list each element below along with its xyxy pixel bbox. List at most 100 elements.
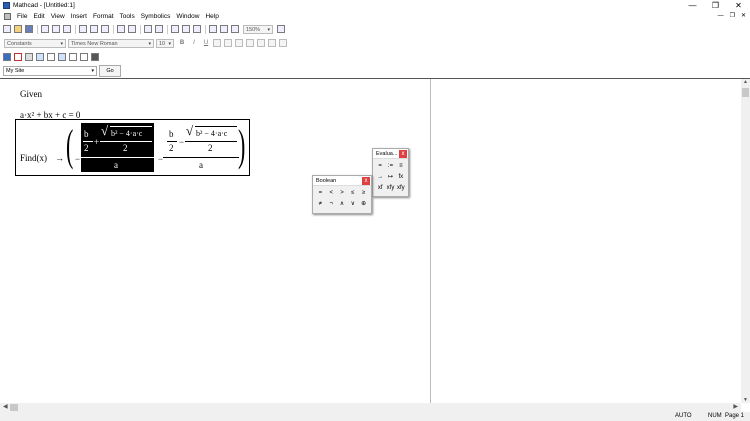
eval-define-button[interactable]: := bbox=[385, 161, 395, 172]
separator bbox=[37, 24, 38, 34]
matrix-palette-icon[interactable] bbox=[25, 53, 33, 61]
boolean-buttons: = < > ≤ ≥ ≠ ¬ ∧ ∨ ⊕ bbox=[313, 186, 371, 212]
align-center-icon[interactable] bbox=[224, 39, 232, 47]
insert-matrix-icon[interactable] bbox=[220, 25, 228, 33]
font-size-select[interactable]: 10 bbox=[156, 38, 174, 48]
open-icon[interactable] bbox=[14, 25, 22, 33]
menu-window[interactable]: Window bbox=[176, 13, 199, 20]
window-title: Mathcad - [Untitled:1] bbox=[13, 2, 75, 9]
bool-less-button[interactable]: < bbox=[326, 188, 337, 199]
new-icon[interactable] bbox=[3, 25, 11, 33]
subscript-icon[interactable] bbox=[268, 39, 276, 47]
superscript-icon[interactable] bbox=[279, 39, 287, 47]
undo-icon[interactable] bbox=[117, 25, 125, 33]
scroll-up-icon[interactable]: ▲ bbox=[741, 79, 750, 85]
find-function[interactable]: Find(x) bbox=[20, 153, 47, 163]
doc-restore-button[interactable]: ❐ bbox=[730, 11, 735, 22]
bool-not-equal-button[interactable]: ≠ bbox=[315, 199, 326, 210]
given-keyword[interactable]: Given bbox=[20, 89, 42, 99]
font-select[interactable]: Times New Roman bbox=[68, 38, 154, 48]
address-select[interactable]: My Site bbox=[3, 66, 97, 76]
doc-minimize-button[interactable]: — bbox=[718, 11, 724, 22]
close-palette-button[interactable]: x bbox=[362, 177, 370, 185]
copy-icon[interactable] bbox=[90, 25, 98, 33]
symbolic-palette-icon[interactable] bbox=[91, 53, 99, 61]
bool-not-button[interactable]: ¬ bbox=[326, 199, 337, 210]
eval-infix-button[interactable]: xfy bbox=[385, 183, 395, 194]
insert-function-icon[interactable] bbox=[171, 25, 179, 33]
bullets-icon[interactable] bbox=[246, 39, 254, 47]
align-left-icon[interactable] bbox=[213, 39, 221, 47]
programming-palette-icon[interactable] bbox=[69, 53, 77, 61]
bold-button[interactable]: B bbox=[178, 40, 186, 46]
document-icon[interactable] bbox=[4, 13, 11, 20]
calculate-icon[interactable] bbox=[193, 25, 201, 33]
calculus-palette-icon[interactable] bbox=[47, 53, 55, 61]
palette-title[interactable]: Evalua... x bbox=[373, 149, 408, 159]
bool-greater-button[interactable]: > bbox=[337, 188, 348, 199]
eval-postfix-button[interactable]: xf bbox=[375, 183, 385, 194]
align-right-icon[interactable] bbox=[235, 39, 243, 47]
bool-and-button[interactable]: ∧ bbox=[337, 199, 348, 210]
save-icon[interactable] bbox=[25, 25, 33, 33]
horizontal-scrollbar[interactable]: ◀ ▶ bbox=[0, 403, 741, 412]
style-select[interactable]: Constants bbox=[4, 38, 66, 48]
paste-icon[interactable] bbox=[101, 25, 109, 33]
scroll-thumb[interactable] bbox=[742, 88, 749, 97]
root-1-radicand: b² − 4·a·c bbox=[111, 129, 143, 138]
insert-graph-icon[interactable] bbox=[209, 25, 217, 33]
italic-button[interactable]: I bbox=[190, 40, 198, 46]
go-button[interactable]: Go bbox=[99, 65, 121, 77]
bool-equal-button[interactable]: = bbox=[315, 188, 326, 199]
scroll-right-icon[interactable]: ▶ bbox=[733, 403, 738, 412]
align-down-icon[interactable] bbox=[155, 25, 163, 33]
align-across-icon[interactable] bbox=[144, 25, 152, 33]
menu-symbolics[interactable]: Symbolics bbox=[141, 13, 171, 20]
zoom-select[interactable]: 150% bbox=[243, 24, 273, 34]
greek-palette-icon[interactable] bbox=[80, 53, 88, 61]
vertical-scrollbar[interactable]: ▲ ▼ bbox=[741, 79, 750, 403]
insert-unit-icon[interactable] bbox=[182, 25, 190, 33]
doc-close-button[interactable]: ✕ bbox=[741, 11, 746, 22]
close-button[interactable]: ✕ bbox=[727, 0, 750, 11]
bool-less-equal-button[interactable]: ≤ bbox=[347, 188, 358, 199]
scroll-left-icon[interactable]: ◀ bbox=[3, 403, 8, 412]
bool-xor-button[interactable]: ⊕ bbox=[358, 199, 369, 210]
spell-check-icon[interactable] bbox=[63, 25, 71, 33]
scroll-down-icon[interactable]: ▼ bbox=[741, 397, 750, 403]
eval-prefix-button[interactable]: fx bbox=[396, 172, 406, 183]
palette-title[interactable]: Boolean x bbox=[313, 176, 371, 186]
bool-greater-equal-button[interactable]: ≥ bbox=[358, 188, 369, 199]
menu-edit[interactable]: Edit bbox=[33, 13, 44, 20]
calculator-palette-icon[interactable] bbox=[3, 53, 11, 61]
graph-palette-icon[interactable] bbox=[14, 53, 22, 61]
boolean-palette-icon[interactable] bbox=[58, 53, 66, 61]
menu-format[interactable]: Format bbox=[93, 13, 114, 20]
eval-equals-button[interactable]: = bbox=[375, 161, 385, 172]
cut-icon[interactable] bbox=[79, 25, 87, 33]
menu-view[interactable]: View bbox=[51, 13, 65, 20]
print-preview-icon[interactable] bbox=[52, 25, 60, 33]
eval-global-define-button[interactable]: ≡ bbox=[396, 161, 406, 172]
minimize-button[interactable]: — bbox=[681, 0, 704, 11]
numbering-icon[interactable] bbox=[257, 39, 265, 47]
menu-help[interactable]: Help bbox=[205, 13, 218, 20]
bool-or-button[interactable]: ∨ bbox=[347, 199, 358, 210]
insert-component-icon[interactable] bbox=[231, 25, 239, 33]
menu-insert[interactable]: Insert bbox=[71, 13, 87, 20]
print-icon[interactable] bbox=[41, 25, 49, 33]
menu-tools[interactable]: Tools bbox=[120, 13, 135, 20]
eval-symbolic-button[interactable]: → bbox=[375, 172, 385, 183]
evaluation-palette-icon[interactable] bbox=[36, 53, 44, 61]
separator bbox=[167, 24, 168, 34]
root-1-b: b bbox=[84, 129, 89, 139]
scroll-thumb[interactable] bbox=[10, 404, 18, 411]
eval-treefix-button[interactable]: xfy bbox=[396, 183, 406, 194]
redo-icon[interactable] bbox=[128, 25, 136, 33]
menu-file[interactable]: File bbox=[17, 13, 27, 20]
eval-keyword-button[interactable]: ↦ bbox=[385, 172, 395, 183]
restore-button[interactable]: ❐ bbox=[704, 0, 727, 11]
close-palette-button[interactable]: x bbox=[399, 150, 407, 158]
underline-button[interactable]: U bbox=[202, 40, 210, 46]
resource-center-icon[interactable] bbox=[277, 25, 285, 33]
